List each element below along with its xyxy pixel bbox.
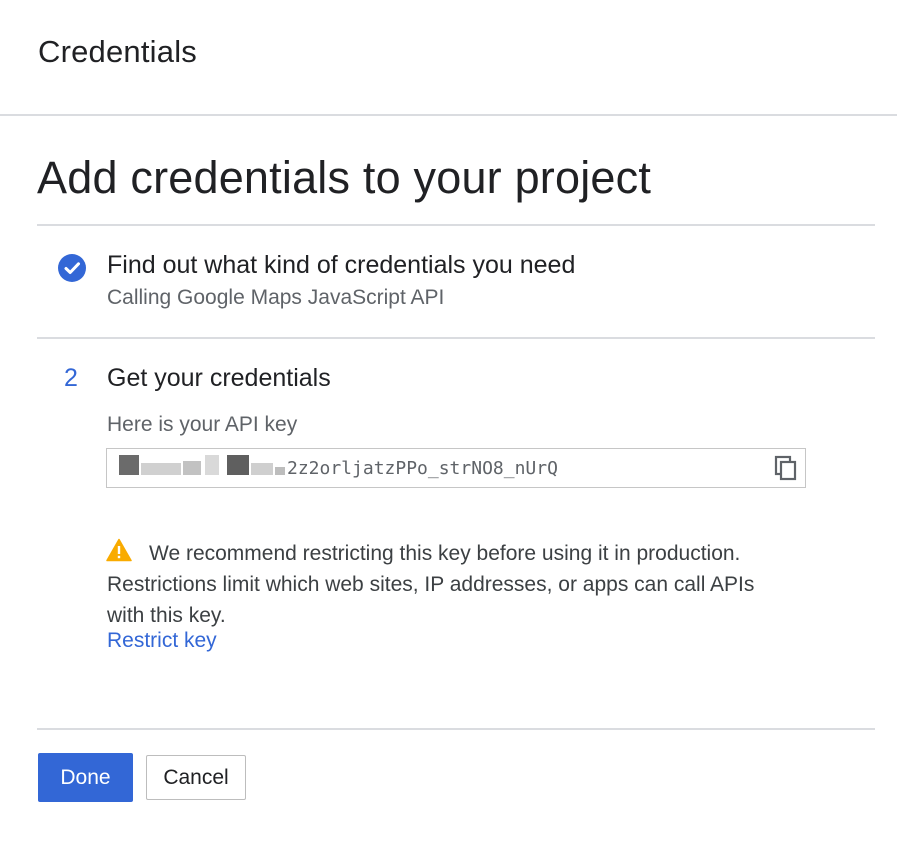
api-key-label: Here is your API key xyxy=(107,413,298,436)
warning-message: We recommend restricting this key before… xyxy=(107,538,787,631)
redacted-key-prefix xyxy=(119,453,287,483)
copy-icon[interactable] xyxy=(773,455,799,481)
app-title: Credentials xyxy=(38,34,198,69)
api-key-field[interactable]: 2z2orljatzPPo_strNO8_nUrQ xyxy=(106,448,806,488)
warning-text: We recommend restricting this key before… xyxy=(107,542,755,627)
page-title: Add credentials to your project xyxy=(37,152,652,203)
step-1-subtitle: Calling Google Maps JavaScript API xyxy=(107,286,445,309)
restrict-key-link[interactable]: Restrict key xyxy=(107,629,217,653)
step-1-title: Find out what kind of credentials you ne… xyxy=(107,251,576,279)
step-complete-check-icon xyxy=(58,254,86,282)
api-key-value: 2z2orljatzPPo_strNO8_nUrQ xyxy=(287,458,558,479)
top-bar: Credentials xyxy=(0,0,897,116)
divider xyxy=(37,337,875,339)
divider xyxy=(37,224,875,226)
divider xyxy=(37,728,875,730)
step-2-number: 2 xyxy=(64,364,78,392)
step-2-title: Get your credentials xyxy=(107,364,331,392)
done-button[interactable]: Done xyxy=(38,753,133,802)
cancel-button[interactable]: Cancel xyxy=(146,755,246,800)
